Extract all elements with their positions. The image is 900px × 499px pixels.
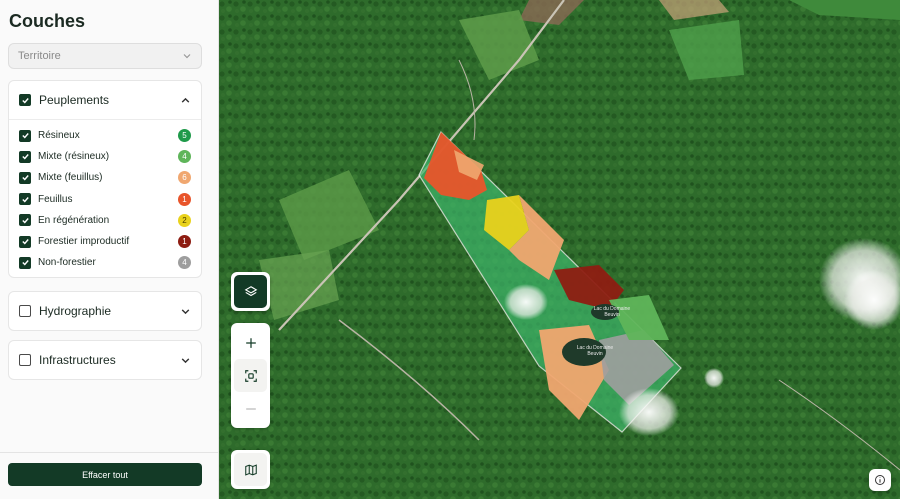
lake-label: Lac du Domaine Beuvin	[593, 306, 631, 318]
peuplements-label: Peuplements	[39, 93, 110, 107]
layer-row[interactable]: Feuillus 1	[9, 189, 201, 210]
plus-icon	[245, 337, 256, 348]
layer-label: Forestier improductif	[38, 236, 130, 248]
focus-icon	[244, 369, 257, 382]
layer-count-badge: 1	[178, 235, 191, 249]
hydrographie-header[interactable]: Hydrographie	[9, 292, 201, 330]
layer-count-badge: 2	[178, 213, 191, 227]
layer-count-badge: 1	[178, 192, 191, 206]
layer-checkbox[interactable]	[19, 171, 31, 184]
satellite-map	[219, 0, 900, 499]
layer-label: Non-forestier	[38, 257, 96, 269]
territory-select[interactable]: Territoire	[8, 43, 202, 69]
layer-row[interactable]: En régénération 2	[9, 210, 201, 231]
map-view[interactable]: Lac du Domaine Beuvin Lac du Domaine Beu…	[219, 0, 900, 499]
lake-label: Lac du Domaine Beuvin	[576, 345, 614, 357]
layer-row[interactable]: Forestier improductif 1	[9, 231, 201, 252]
layer-row[interactable]: Mixte (feuillus) 6	[9, 167, 201, 188]
sidebar-divider	[0, 452, 219, 453]
peuplements-panel: Peuplements Résineux 5 Mixte (résineux) 4 Mi…	[8, 80, 202, 279]
layer-checkbox[interactable]	[19, 256, 31, 269]
peuplements-list: Résineux 5 Mixte (résineux) 4 Mixte (feuillu…	[9, 120, 201, 277]
infrastructures-label: Infrastructures	[39, 353, 116, 367]
layer-count-badge: 4	[178, 256, 191, 270]
chevron-down-icon	[183, 54, 191, 59]
layer-row[interactable]: Résineux 5	[9, 125, 201, 146]
layers-control	[231, 272, 270, 311]
basemap-button[interactable]	[234, 453, 267, 486]
peuplements-checkbox[interactable]	[19, 94, 31, 106]
zoom-in-button[interactable]	[234, 326, 267, 359]
sidebar-title: Couches	[9, 11, 86, 31]
peuplements-header[interactable]: Peuplements	[9, 81, 201, 119]
layer-checkbox[interactable]	[19, 235, 31, 248]
zoom-out-button[interactable]	[234, 392, 267, 425]
fit-bounds-button[interactable]	[234, 359, 267, 392]
hydrographie-label: Hydrographie	[39, 304, 112, 318]
map-icon	[244, 463, 257, 476]
basemap-control	[231, 450, 270, 489]
layers-button[interactable]	[234, 275, 267, 308]
layer-label: Feuillus	[38, 193, 73, 205]
chevron-down-icon[interactable]	[180, 355, 191, 366]
zoom-control	[231, 323, 270, 428]
hydrographie-panel: Hydrographie	[8, 291, 202, 331]
minus-icon	[245, 407, 256, 410]
layer-count-badge: 6	[178, 171, 191, 185]
layer-checkbox[interactable]	[19, 193, 31, 206]
layers-sidebar: Couches Territoire Peuplements Résineux 5…	[0, 0, 219, 499]
hydrographie-checkbox[interactable]	[19, 305, 31, 317]
layer-checkbox[interactable]	[19, 129, 31, 142]
layer-row[interactable]: Non-forestier 4	[9, 252, 201, 273]
layer-count-badge: 5	[178, 129, 191, 143]
layer-row[interactable]: Mixte (résineux) 4	[9, 146, 201, 167]
infrastructures-header[interactable]: Infrastructures	[9, 341, 201, 379]
infrastructures-panel: Infrastructures	[8, 340, 202, 380]
territory-select-value: Territoire	[18, 50, 61, 62]
layer-label: Mixte (feuillus)	[38, 172, 103, 184]
layer-label: Résineux	[38, 130, 80, 142]
infrastructures-checkbox[interactable]	[19, 354, 31, 366]
chevron-down-icon[interactable]	[180, 306, 191, 317]
layer-label: Mixte (résineux)	[38, 151, 110, 163]
chevron-up-icon[interactable]	[180, 95, 191, 106]
layer-checkbox[interactable]	[19, 214, 31, 227]
layers-icon	[244, 285, 257, 296]
info-icon	[875, 475, 885, 485]
info-button[interactable]	[869, 469, 891, 491]
layer-checkbox[interactable]	[19, 150, 31, 163]
clear-all-button[interactable]: Effacer tout	[8, 463, 202, 486]
layer-label: En régénération	[38, 214, 110, 226]
layer-count-badge: 4	[178, 150, 191, 164]
